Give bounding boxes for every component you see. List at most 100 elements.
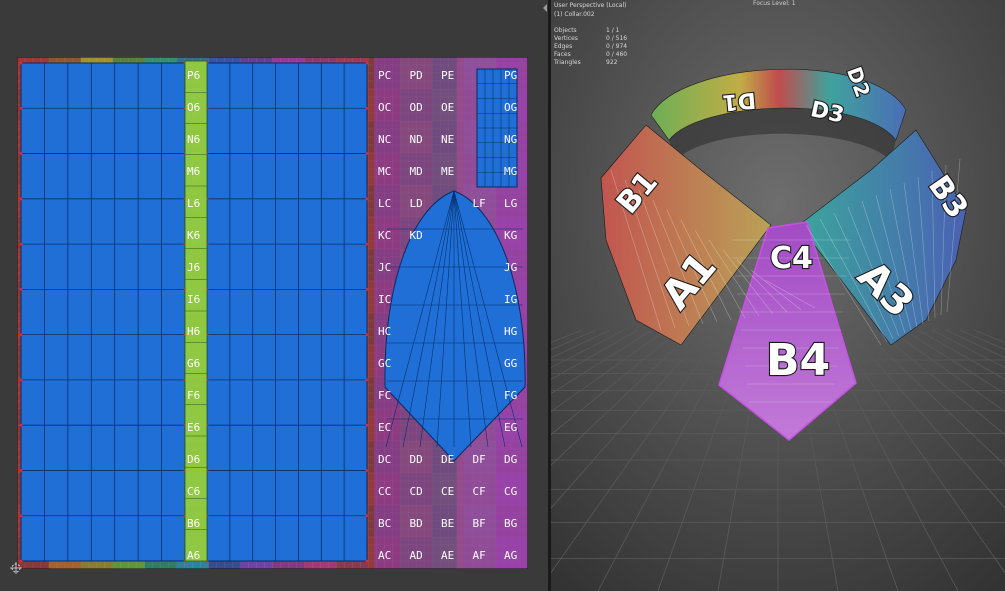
uv-vertex xyxy=(365,559,369,563)
uv-strip-label: O6 xyxy=(187,101,200,114)
uv-grid-label: CE xyxy=(441,485,454,498)
uv-vertex xyxy=(19,423,23,427)
uv-vertex xyxy=(19,378,23,382)
uv-grid-label: KD xyxy=(410,229,423,242)
uv-grid-label: AC xyxy=(378,549,391,562)
uv-grid-label: EC xyxy=(378,421,391,434)
uv-grid-label: OE xyxy=(441,101,454,114)
uv-vertex xyxy=(19,152,23,155)
uv-grid-label: LC xyxy=(378,197,391,210)
uv-vertex xyxy=(365,423,369,427)
stat-label: Faces xyxy=(554,51,571,58)
uv-strip-label: L6 xyxy=(187,197,200,210)
uv-grid-label: PG xyxy=(504,69,517,82)
uv-vertex xyxy=(365,288,369,291)
uv-grid-label: DC xyxy=(378,453,391,466)
uv-grid-label: KC xyxy=(378,229,391,242)
uv-strip-label: B6 xyxy=(187,517,200,530)
uv-grid-label: MD xyxy=(410,165,423,178)
uv-strip-label: F6 xyxy=(187,389,200,402)
uv-vertex xyxy=(365,61,369,65)
stat-value: 0 / 516 xyxy=(606,35,628,42)
uv-vertex xyxy=(365,378,369,382)
uv-grid-label: NC xyxy=(378,133,391,146)
uv-strip-label: K6 xyxy=(187,229,200,242)
uv-strip-label: D6 xyxy=(187,453,200,466)
uv-grid-label: DG xyxy=(504,453,517,466)
uv-grid-label: IC xyxy=(378,293,391,306)
stat-row: Edges 0 / 974 xyxy=(554,43,627,51)
uv-grid-label: BF xyxy=(473,517,486,530)
uv-grid-label: BG xyxy=(504,517,517,530)
uv-grid-label: CF xyxy=(473,485,486,498)
uv-grid-label: LF xyxy=(473,197,486,210)
stat-label: Vertices xyxy=(554,35,578,42)
uv-vertex xyxy=(19,61,23,65)
uv-grid-label: AE xyxy=(441,549,454,562)
uv-vertex xyxy=(19,514,23,518)
uv-grid-label: JG xyxy=(504,261,517,274)
uv-strip-label: A6 xyxy=(187,549,200,562)
statistics-overlay: Objects 1 / 1 Vertices 0 / 516 Edges 0 / 97… xyxy=(554,27,627,67)
uv-strip-label: P6 xyxy=(187,69,200,82)
uv-strip-label: I6 xyxy=(187,293,200,306)
uv-grid-label: OD xyxy=(410,101,423,114)
stat-value: 1 / 1 xyxy=(606,27,620,34)
uv-grid-label: DF xyxy=(473,453,486,466)
uv-grid-label: OC xyxy=(378,101,391,114)
active-object-name: (1) Collar.002 xyxy=(554,11,595,18)
uv-grid-label: CG xyxy=(504,485,517,498)
uv-grid-label: AG xyxy=(504,549,517,562)
uv-grid-label: LG xyxy=(504,197,517,210)
uv-strip-label: J6 xyxy=(187,261,200,274)
uv-grid-label: PC xyxy=(378,69,391,82)
uv-grid-label: KG xyxy=(504,229,517,242)
uv-grid-label: AD xyxy=(410,549,423,562)
uv-grid-label: LD xyxy=(410,197,423,210)
stat-label: Edges xyxy=(554,43,573,50)
uv-grid-label: MG xyxy=(504,165,517,178)
uv-grid-label: CD xyxy=(410,485,423,498)
stat-row: Objects 1 / 1 xyxy=(554,27,627,35)
stat-label: Triangles xyxy=(554,59,581,66)
uv-vertex xyxy=(365,333,369,336)
stat-value: 922 xyxy=(606,59,618,66)
viewport-scene[interactable]: D1 D2 D3 B1 B3 A1 A3 C4 B4 xyxy=(551,0,1005,591)
uv-vertex xyxy=(365,197,369,201)
uv-grid-label: GG xyxy=(504,357,517,370)
uv-grid-label: BC xyxy=(378,517,391,530)
collar-label-B4: B4 xyxy=(766,335,830,386)
uv-strip-label: E6 xyxy=(187,421,200,434)
uv-grid-label: NG xyxy=(504,133,517,146)
uv-vertex xyxy=(19,469,23,472)
uv-vertex xyxy=(365,242,369,246)
uv-grid-label: DD xyxy=(410,453,423,466)
uv-strip-label: N6 xyxy=(187,133,200,146)
2d-cursor-icon[interactable] xyxy=(10,562,22,574)
uv-grid-label: CC xyxy=(378,485,391,498)
uv-grid-label: BD xyxy=(410,517,423,530)
uv-vertex xyxy=(19,288,23,291)
stat-label: Objects xyxy=(554,27,577,34)
viewport-title: User Perspective (Local) xyxy=(554,2,627,9)
uv-vertex xyxy=(19,106,23,110)
uv-grid-label: OG xyxy=(504,101,517,114)
uv-grid-label: AF xyxy=(473,549,486,562)
uv-grid-label: PE xyxy=(441,69,454,82)
uv-grid-label: HG xyxy=(504,325,517,338)
stat-row: Triangles 922 xyxy=(554,59,627,67)
focus-level-indicator: Focus Level: 1 xyxy=(753,0,796,7)
uv-grid-label: PD xyxy=(410,69,423,82)
uv-grid-label: HC xyxy=(378,325,391,338)
stat-row: Faces 0 / 460 xyxy=(554,51,627,59)
uv-grid-label: JC xyxy=(378,261,391,274)
uv-canvas[interactable]: PC PD PE PG OC OD OE OG NC ND NE NG MC MD ME MG LC LD LF LG… xyxy=(17,57,528,569)
uv-grid-label: GC xyxy=(378,357,391,370)
3d-viewport[interactable]: D1 D2 D3 B1 B3 A1 A3 C4 B4 User Perspect… xyxy=(551,0,1005,591)
stat-value: 0 / 974 xyxy=(606,43,628,50)
uv-vertex xyxy=(365,469,369,472)
uv-editor-panel[interactable]: PC PD PE PG OC OD OE OG NC ND NE NG MC MD ME MG LC LD LF LG… xyxy=(0,0,548,591)
uv-vertex xyxy=(365,152,369,155)
uv-strip-label: C6 xyxy=(187,485,200,498)
uv-grid-label: ND xyxy=(410,133,423,146)
